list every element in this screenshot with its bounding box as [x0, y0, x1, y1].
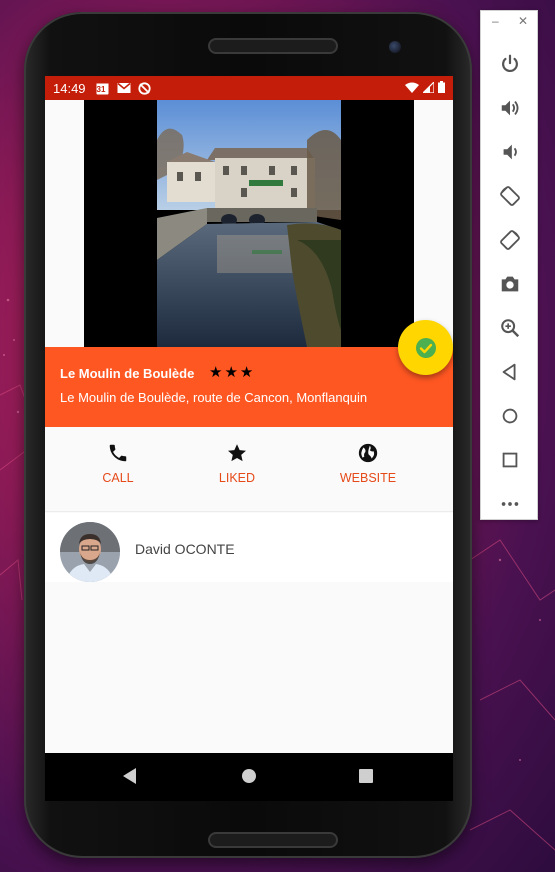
phone-icon	[109, 444, 127, 462]
more-button[interactable]	[481, 482, 539, 526]
call-label: CALL	[102, 471, 134, 485]
website-button[interactable]: WEBSITE	[318, 441, 418, 485]
contact-row[interactable]: David OCONTE	[45, 513, 453, 582]
screenshot-button[interactable]	[481, 262, 539, 306]
place-address: Le Moulin de Boulède, route de Cancon, M…	[60, 390, 368, 405]
place-rating: ★★★	[209, 364, 256, 381]
status-bar: 14:49 31	[45, 76, 453, 100]
bottom-speaker	[208, 832, 338, 848]
calendar-icon: 31	[96, 82, 109, 95]
gmail-icon	[117, 82, 131, 95]
signal-icon	[421, 80, 435, 96]
overview-icon	[502, 452, 518, 468]
contact-name: David OCONTE	[135, 541, 235, 557]
volume-down-icon	[503, 144, 517, 160]
emulator-back-button[interactable]	[481, 350, 539, 394]
status-time: 14:49	[53, 80, 86, 96]
close-icon[interactable]: ✕	[518, 14, 528, 33]
visited-fab[interactable]	[398, 320, 453, 375]
website-label: WEBSITE	[339, 471, 397, 485]
place-name: Le Moulin de Boulède	[60, 366, 195, 381]
power-button[interactable]	[481, 42, 539, 86]
place-photo[interactable]	[157, 100, 341, 347]
battery-icon	[438, 80, 445, 96]
place-photo-area	[45, 100, 453, 347]
liked-label: LIKED	[218, 471, 256, 485]
home-icon	[502, 408, 518, 424]
volume-up-icon	[501, 100, 519, 116]
avatar	[60, 522, 120, 582]
wifi-icon	[405, 81, 419, 96]
star-icon	[228, 444, 246, 462]
rotate-right-button[interactable]	[481, 218, 539, 262]
photo-letterbox	[84, 100, 414, 347]
back-icon[interactable]	[121, 767, 139, 785]
minimize-icon[interactable]: –	[492, 14, 499, 33]
action-row: CALL LIKED WEBSITE	[45, 427, 453, 512]
calendar-day: 31	[96, 84, 106, 94]
rotate-left-button[interactable]	[481, 174, 539, 218]
liked-button[interactable]: LIKED	[187, 441, 287, 485]
call-button[interactable]: CALL	[68, 441, 168, 485]
home-icon[interactable]	[241, 767, 257, 785]
check-circle-icon	[415, 337, 436, 358]
toolbar-window-controls: – ✕	[481, 11, 537, 33]
power-icon	[502, 54, 518, 73]
place-info-band: Le Moulin de Boulède ★★★ Le Moulin de Bo…	[45, 347, 453, 427]
front-camera	[389, 41, 401, 53]
volume-down-button[interactable]	[481, 130, 539, 174]
zoom-icon	[501, 319, 520, 338]
back-icon	[502, 363, 516, 381]
zoom-button[interactable]	[481, 306, 539, 350]
camera-icon	[501, 276, 519, 292]
nav-bar	[45, 753, 453, 801]
phone-screen: 14:49 31 Le Moulin de Boulède ★★★ Le Mou…	[45, 76, 453, 801]
globe-icon	[358, 443, 378, 463]
emulator-overview-button[interactable]	[481, 438, 539, 482]
emulator-home-button[interactable]	[481, 394, 539, 438]
volume-up-button[interactable]	[481, 86, 539, 130]
recents-icon[interactable]	[358, 767, 374, 785]
sync-disabled-icon	[137, 81, 151, 95]
top-speaker	[208, 38, 338, 54]
more-icon	[501, 502, 519, 506]
rotate-right-icon	[500, 230, 520, 250]
rotate-left-icon	[500, 186, 520, 206]
emulator-toolbar: – ✕	[480, 10, 538, 520]
